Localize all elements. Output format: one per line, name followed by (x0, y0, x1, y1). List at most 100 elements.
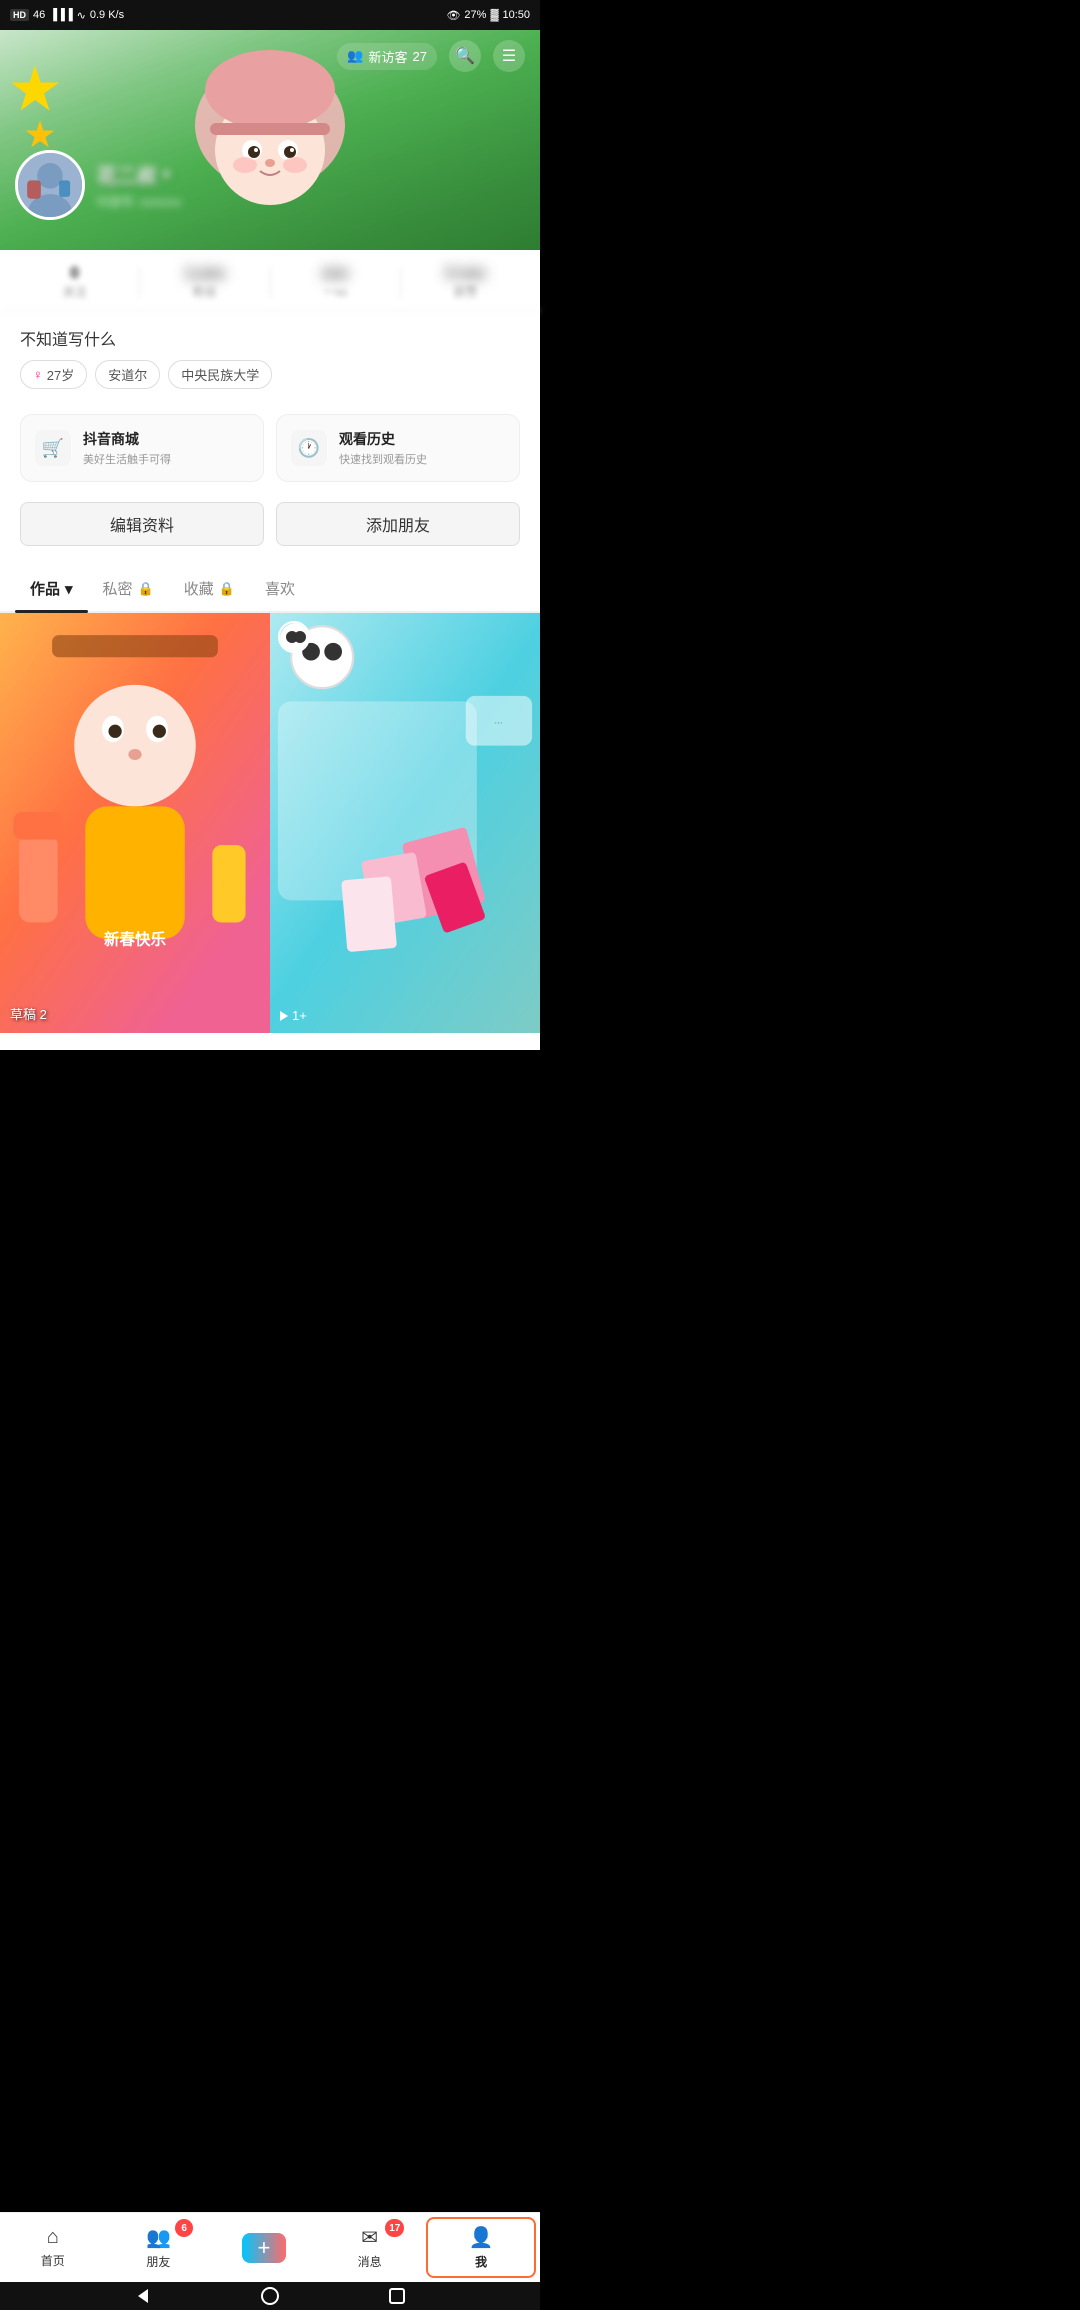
stat-fans[interactable]: 1,xxx 粉丝 (140, 265, 269, 300)
shop-title: 抖音商城 (83, 429, 171, 449)
nav-friends-label: 朋友 (146, 2253, 170, 2270)
nav-create[interactable]: + (211, 2213, 317, 2282)
friends-icon: 👥 (146, 2225, 171, 2250)
tag-location[interactable]: 安道尔 (95, 360, 160, 389)
edit-profile-button[interactable]: 编辑资料 (20, 502, 264, 546)
video-bg-2: ... (270, 613, 540, 1033)
tab-favorites-lock: 🔒 (219, 581, 235, 597)
visitors-count: 27 (413, 49, 427, 64)
likes-value: xxx (271, 265, 400, 283)
tab-works-label: 作品 (30, 578, 60, 599)
visitors-label: 新访客 (369, 47, 408, 66)
add-friend-button[interactable]: 添加朋友 (276, 502, 520, 546)
menu-button[interactable]: ☰ (493, 40, 525, 72)
svg-text:...: ... (495, 716, 503, 727)
svg-text:新春快乐: 新春快乐 (104, 930, 166, 949)
shop-icon: 🛒 (35, 430, 71, 466)
user-name-area: 花二叔 ▾ 抖音号: xxxxxxx (97, 160, 182, 210)
tag-school-label: 中央民族大学 (181, 365, 259, 384)
video-thumb-2[interactable]: ... 1+ (270, 613, 540, 1033)
history-subtitle: 快速找到观看历史 (339, 451, 427, 467)
status-right: 👁 27% ▓ 10:50 (446, 9, 530, 22)
avatar-image (18, 153, 82, 217)
create-button[interactable]: + (242, 2233, 286, 2263)
tags-row: ♀ 27岁 安道尔 中央民族大学 (20, 360, 520, 389)
username-display: 花二叔 ▾ (97, 160, 182, 189)
time-display: 10:50 (502, 9, 530, 21)
nav-home[interactable]: ⌂ 首页 (0, 2213, 106, 2282)
stat-following[interactable]: 0 关注 (10, 265, 139, 300)
me-icon: 👤 (469, 2225, 494, 2250)
fans-value: 1,xxx (140, 265, 269, 283)
character-illustration (180, 45, 360, 225)
user-avatar[interactable] (15, 150, 85, 220)
hero-section: 👥 新访客 27 🔍 ☰ (0, 30, 540, 250)
action-buttons: 编辑资料 添加朋友 (0, 497, 540, 566)
tabs-row: 作品 ▾ 私密 🔒 收藏 🔒 喜欢 (0, 566, 540, 613)
home-button[interactable] (258, 2284, 282, 2308)
plus-icon: + (258, 2235, 271, 2261)
got-likes-value: 3 xxx (401, 265, 530, 283)
tab-favorites[interactable]: 收藏 🔒 (169, 566, 250, 611)
dropdown-arrow: ▾ (163, 166, 170, 183)
tag-location-label: 安道尔 (108, 365, 147, 384)
nav-friends[interactable]: 6 👥 朋友 (106, 2213, 212, 2282)
video-avatar (278, 621, 310, 653)
search-button[interactable]: 🔍 (449, 40, 481, 72)
fans-label: 粉丝 (140, 283, 269, 300)
tab-private-lock: 🔒 (138, 581, 154, 597)
tab-favorites-label: 收藏 (184, 578, 214, 599)
tab-works[interactable]: 作品 ▾ (15, 566, 88, 611)
history-title: 观看历史 (339, 429, 427, 449)
stat-got-likes[interactable]: 3 xxx 获赞 (401, 265, 530, 300)
service-shop-text: 抖音商城 美好生活触手可得 (83, 429, 171, 467)
service-history[interactable]: 🕐 观看历史 快速找到观看历史 (276, 414, 520, 482)
likes-label: 一xx (271, 283, 400, 300)
tab-private[interactable]: 私密 🔒 (88, 566, 169, 611)
following-value: 0 (10, 265, 139, 283)
content-area: 0 关注 1,xxx 粉丝 xxx 一xx 3 xxx 获赞 不知道写什么 ♀ … (0, 250, 540, 1050)
tab-likes-label: 喜欢 (265, 578, 295, 599)
play-count-label: 1+ (292, 1008, 307, 1023)
eye-icon: 👁 (446, 9, 460, 22)
menu-icon: ☰ (502, 46, 516, 66)
messages-badge: 17 (385, 2219, 404, 2237)
battery-percent: 27% (464, 9, 486, 21)
home-icon: ⌂ (47, 2226, 59, 2249)
tag-school[interactable]: 中央民族大学 (168, 360, 272, 389)
service-shop[interactable]: 🛒 抖音商城 美好生活触手可得 (20, 414, 264, 482)
friends-badge: 6 (175, 2219, 193, 2237)
messages-icon: ✉ (361, 2225, 378, 2250)
services-row: 🛒 抖音商城 美好生活触手可得 🕐 观看历史 快速找到观看历史 (0, 399, 540, 497)
wifi-icon: ∿ (77, 9, 86, 22)
gender-icon: ♀ (33, 367, 43, 382)
tab-works-arrow: ▾ (65, 580, 73, 598)
got-likes-label: 获赞 (401, 283, 530, 300)
status-left: HD 46 ▐▐▐ ∿ 0.9 K/s (10, 9, 124, 22)
play-count: 1+ (280, 1008, 307, 1023)
nav-messages-label: 消息 (358, 2253, 382, 2270)
nav-messages[interactable]: 17 ✉ 消息 (317, 2213, 423, 2282)
play-icon (280, 1011, 288, 1021)
tag-age[interactable]: ♀ 27岁 (20, 360, 87, 389)
nav-me-label: 我 (475, 2253, 487, 2270)
back-button[interactable] (131, 2284, 155, 2308)
video-grid: 新春快乐 草稿 2 (0, 613, 540, 1033)
bio-text: 不知道写什么 (20, 326, 520, 350)
battery-icon: ▓ (490, 9, 498, 21)
nav-me[interactable]: 👤 我 (426, 2217, 536, 2278)
user-info-row: 花二叔 ▾ 抖音号: xxxxxxx (15, 150, 182, 220)
back-icon (138, 2289, 148, 2303)
shop-subtitle: 美好生活触手可得 (83, 451, 171, 467)
speed-indicator: 0.9 K/s (90, 9, 124, 21)
draft-label: 草稿 2 (10, 1004, 47, 1023)
signal-bars: ▐▐▐ (49, 9, 72, 21)
stat-likes[interactable]: xxx 一xx (271, 265, 400, 300)
tag-age-label: 27岁 (47, 365, 74, 384)
video-bg-1: 新春快乐 (0, 613, 270, 1033)
recents-icon (389, 2288, 405, 2304)
tab-likes[interactable]: 喜欢 (250, 566, 310, 611)
signal-4g: 46 (33, 9, 45, 21)
recents-button[interactable] (385, 2284, 409, 2308)
video-thumb-1[interactable]: 新春快乐 草稿 2 (0, 613, 270, 1033)
